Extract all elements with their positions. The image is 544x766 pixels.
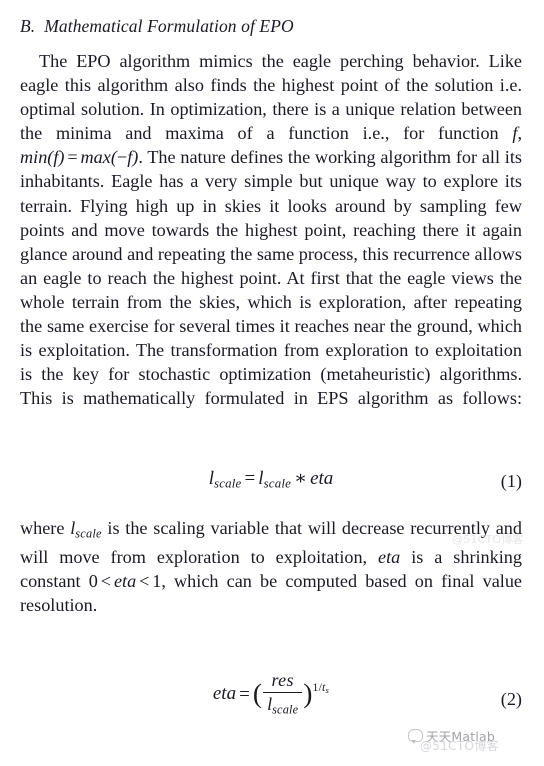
eq2-denominator-subscript: scale — [272, 702, 299, 717]
math-less-than-1: < — [100, 571, 112, 592]
body-paragraph-2: where lscale is the scaling variable tha… — [20, 516, 522, 642]
equation-1-body: lscale = lscale ∗ eta — [20, 467, 522, 492]
math-eta-second: eta — [113, 571, 137, 592]
equation-2-number: (2) — [500, 689, 522, 710]
body-paragraph-1: The EPO algorithm mimics the eagle perch… — [20, 49, 522, 435]
math-less-than-2: < — [139, 571, 150, 592]
page-content: B. Mathematical Formulation of EPO The E… — [20, 0, 522, 731]
equation-2-body: eta =(res lscale)1/ts — [20, 670, 522, 718]
watermark-51cto-lower: @51CTO博客 — [420, 739, 499, 753]
paragraph-1-text-part-2: . The nature defines the working algorit… — [20, 147, 522, 409]
eq1-rhs-subscript: scale — [263, 475, 292, 491]
eq2-lhs-eta: eta — [212, 683, 237, 705]
math-op-min: min — [20, 147, 48, 168]
eq1-eta: eta — [310, 467, 334, 489]
math-op-max: max — [80, 147, 111, 168]
eq1-lhs-subscript: scale — [213, 475, 242, 491]
eq2-exponent-subscript: s — [325, 684, 330, 695]
math-var-l-subscript: scale — [75, 525, 102, 540]
document-page: B. Mathematical Formulation of EPO The E… — [0, 0, 544, 766]
inline-math-l-scale: lscale — [70, 518, 102, 540]
equation-1-row: lscale = lscale ∗ eta (1) — [20, 461, 522, 505]
eq2-fraction: res lscale — [263, 670, 303, 717]
eq1-multiply-operator: ∗ — [294, 467, 308, 489]
eq2-exponent: 1/ts — [312, 681, 330, 695]
math-comma: , — [517, 123, 522, 144]
paragraph-2-text-part-1: where — [20, 517, 71, 538]
equation-2-row: eta =(res lscale)1/ts (2) — [20, 670, 522, 731]
equation-1-number: (1) — [500, 470, 522, 491]
eq1-equals: = — [244, 467, 256, 489]
eq2-equals: = — [239, 683, 250, 705]
math-minus-sign: − — [116, 147, 128, 168]
section-heading: B. Mathematical Formulation of EPO — [20, 16, 294, 36]
math-bound-low: 0 — [88, 571, 98, 592]
math-bound-high: 1 — [152, 571, 162, 592]
equation-2-expression: eta =(res lscale)1/ts — [212, 670, 330, 718]
paragraph-1-text-part-1: The EPO algorithm mimics the eagle perch… — [20, 51, 522, 144]
eq2-denominator: lscale — [263, 693, 302, 717]
inline-math-eta-bounds: 0 < eta <1 — [89, 571, 162, 591]
math-eta-first: eta — [378, 547, 401, 568]
eq2-numerator: res — [263, 670, 303, 694]
equation-1-expression: lscale = lscale ∗ eta — [209, 467, 334, 492]
math-equals: = — [67, 147, 78, 168]
eq2-paren-open: ( — [252, 677, 263, 709]
